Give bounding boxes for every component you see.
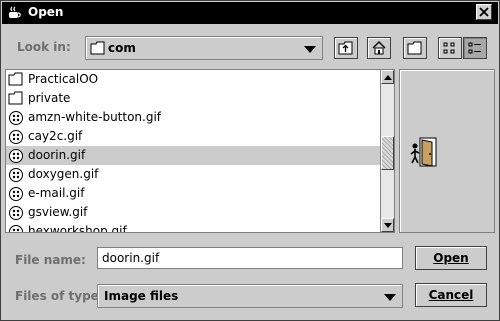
image-file-icon — [9, 168, 23, 182]
details-view-button[interactable] — [463, 37, 487, 59]
close-icon — [479, 7, 489, 17]
chevron-down-icon — [304, 46, 316, 53]
folder-icon — [8, 91, 23, 105]
list-item[interactable]: private — [6, 89, 382, 108]
title-bar: Open — [2, 2, 498, 24]
open-button[interactable]: Open — [415, 246, 487, 270]
door-in-icon — [410, 137, 437, 167]
files-of-type-value: Image files — [104, 289, 179, 303]
image-file-icon — [9, 206, 23, 220]
files-of-type-label: Files of type: — [15, 289, 104, 303]
scroll-thumb[interactable] — [381, 136, 394, 170]
arrow-down-icon — [384, 223, 392, 228]
close-button[interactable] — [476, 4, 492, 20]
list-item[interactable]: cay2c.gif — [6, 127, 382, 146]
folder-icon — [90, 41, 105, 55]
details-view-icon — [468, 42, 481, 54]
image-file-icon — [9, 187, 23, 201]
open-dialog: Open Look in: com PracticalOO private am… — [0, 0, 500, 321]
file-name-field[interactable] — [98, 248, 402, 268]
list-view-icon — [443, 42, 455, 54]
scroll-up-button[interactable] — [381, 70, 394, 84]
image-file-icon — [9, 149, 23, 163]
file-name-label: amzn-white-button.gif — [28, 110, 162, 124]
file-name-label: PracticalOO — [28, 72, 99, 86]
home-button[interactable] — [367, 37, 391, 59]
file-name-label: cay2c.gif — [28, 129, 83, 143]
file-name-label: gsview.gif — [28, 205, 88, 219]
window-title: Open — [28, 5, 64, 19]
image-file-icon — [9, 111, 23, 125]
file-name-field-box[interactable] — [97, 247, 403, 269]
list-item[interactable]: PracticalOO — [6, 70, 382, 89]
arrow-up-icon — [384, 75, 392, 80]
file-name-label: hexworkshop.gif — [28, 224, 127, 233]
list-view-button[interactable] — [438, 37, 462, 59]
list-item[interactable]: amzn-white-button.gif — [6, 108, 382, 127]
image-file-icon — [9, 225, 23, 232]
list-item[interactable]: hexworkshop.gif — [6, 222, 382, 233]
home-icon — [372, 41, 386, 55]
file-name-label: doorin.gif — [28, 148, 86, 162]
file-name-label: doxygen.gif — [28, 167, 99, 181]
image-file-icon — [9, 130, 23, 144]
list-item[interactable]: gsview.gif — [6, 203, 382, 222]
files-of-type-combo[interactable]: Image files — [97, 284, 403, 308]
cancel-button[interactable]: Cancel — [415, 283, 487, 307]
look-in-label: Look in: — [17, 40, 71, 54]
up-one-level-button[interactable] — [334, 37, 358, 59]
list-item[interactable]: doxygen.gif — [6, 165, 382, 184]
java-cup-icon — [9, 6, 21, 18]
chevron-down-icon — [384, 294, 396, 301]
folder-icon — [8, 72, 23, 86]
preview-pane — [399, 69, 495, 233]
up-folder-icon — [338, 41, 353, 55]
file-name-label: e-mail.gif — [28, 186, 85, 200]
file-name-label: private — [28, 91, 71, 105]
look-in-combo[interactable]: com — [85, 36, 323, 60]
file-name-label: File name: — [15, 253, 86, 267]
new-folder-button[interactable] — [403, 37, 427, 59]
vertical-scrollbar[interactable] — [380, 70, 394, 232]
list-item-selected[interactable]: doorin.gif — [6, 146, 382, 165]
look-in-value: com — [108, 41, 136, 55]
scroll-down-button[interactable] — [381, 218, 394, 232]
new-folder-icon — [407, 41, 422, 55]
list-item[interactable]: e-mail.gif — [6, 184, 382, 203]
file-list[interactable]: PracticalOO private amzn-white-button.gi… — [5, 69, 395, 233]
